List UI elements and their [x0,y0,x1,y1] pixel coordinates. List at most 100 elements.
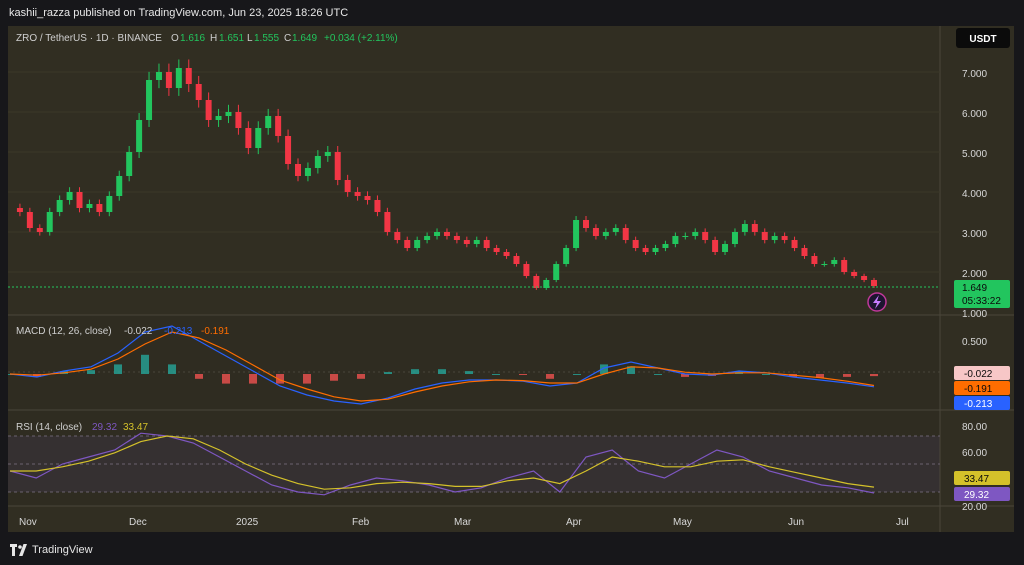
lightning-icon[interactable] [867,292,887,312]
candle-body [821,264,828,265]
candle-body [414,240,421,248]
candle-body [861,276,868,280]
price-tick: 7.000 [962,69,987,80]
candle-body [146,80,153,120]
candle-body [106,196,113,212]
candle-body [702,232,709,240]
candle-body [592,228,599,236]
candle-body [96,204,103,212]
candle-body [76,192,83,208]
candle-body [215,116,222,120]
tradingview-logo-icon [10,544,27,556]
candle-body [324,152,331,156]
candle-body [632,240,639,248]
macd-histogram-bar [519,374,527,375]
candle-body [394,232,401,240]
candle-body [334,152,341,180]
rsi-ma-badge-value: 33.47 [964,474,989,485]
candle-body [851,272,858,276]
candle-body [235,112,242,128]
publisher-info: kashii_razza published on TradingView.co… [9,7,349,19]
price-tick: 5.000 [962,149,987,160]
macd-histogram-bar [222,374,230,384]
ohlc-high: 1.651 [219,33,244,44]
macd-histogram-bar [843,374,851,377]
candle-body [16,208,23,212]
candle-body [205,100,212,120]
candle-body [295,164,301,176]
currency-button-label: USDT [969,34,996,45]
candle-body [642,248,649,252]
time-axis[interactable]: Nov Dec 2025 Feb Mar Apr May Jun Jul [19,517,909,528]
macd-histogram-bar [357,374,365,379]
candle-body [771,236,778,240]
candle-body [473,240,480,244]
candle-body [731,232,738,244]
rsi-label[interactable]: RSI (14, close) [16,422,82,433]
macd-histogram-bar [438,369,446,374]
rsi-tick: 60.00 [962,448,987,459]
macd-line-value: -0.213 [164,326,193,337]
macd-histogram-bar [303,374,311,384]
candle-body [46,212,53,232]
top-bar: kashii_razza published on TradingView.co… [0,0,1024,26]
time-label-dec: Dec [129,517,147,528]
time-label-mar: Mar [454,517,472,528]
candle-body [761,232,768,240]
macd-histogram-bar [573,374,581,375]
macd-tick: 0.500 [962,337,987,348]
candle-body [513,256,520,264]
last-price-value: 1.649 [962,283,987,294]
candle-body [304,168,311,176]
tradingview-brand-label: TradingView [32,544,93,556]
candle-body [463,240,470,244]
candle-body [831,260,838,264]
candle-body [116,176,123,196]
candle-body [453,236,460,240]
candle-body [56,200,63,212]
ohlc-low: 1.555 [254,33,279,44]
price-tick: 6.000 [962,109,987,120]
ohlc-low-label: L [247,33,253,44]
rsi-value: 29.32 [92,422,117,433]
candle-body [136,120,143,152]
chart-frame[interactable]: ZRO / TetherUS · 1D · BINANCE O 1.616 H … [8,26,1014,532]
candle-body [493,248,500,252]
candle-body [155,72,162,80]
macd-line-badge-value: -0.213 [964,399,993,410]
macd-histogram-bar [654,374,662,375]
tradingview-brand[interactable]: TradingView [10,542,93,558]
candle-body [86,204,93,208]
candle-body [285,136,292,164]
candle-body [483,240,490,248]
candle-body [553,264,560,280]
candle-body [563,248,570,264]
candle-body [722,244,729,252]
candle-body [364,196,371,200]
candle-body [36,228,43,232]
ohlc-change: +0.034 (+2.11%) [324,33,398,44]
candle-body [185,68,192,84]
chart-svg[interactable]: ZRO / TetherUS · 1D · BINANCE O 1.616 H … [8,26,1014,532]
ohlc-open: 1.616 [180,33,205,44]
candle-body [195,84,202,100]
candle-body [583,220,589,228]
symbol-title[interactable]: ZRO / TetherUS · 1D · BINANCE [16,33,162,44]
candle-body [602,232,609,236]
candle-body [791,240,798,248]
macd-label[interactable]: MACD (12, 26, close) [16,326,112,337]
candle-body [314,156,321,168]
time-label-jul: Jul [896,517,909,528]
macd-hist-badge-value: -0.022 [964,369,993,380]
macd-histogram-bar [492,374,500,375]
candle-body [255,128,262,148]
macd-histogram-bar [411,369,419,374]
macd-histogram-bar [384,372,392,374]
price-tick: 1.000 [962,309,987,320]
candle-body [712,240,719,252]
macd-histogram-bar [141,354,149,374]
ohlc-open-label: O [171,33,179,44]
candle-body [622,228,629,240]
macd-histogram-bar [465,371,473,374]
candle-body [871,280,877,286]
